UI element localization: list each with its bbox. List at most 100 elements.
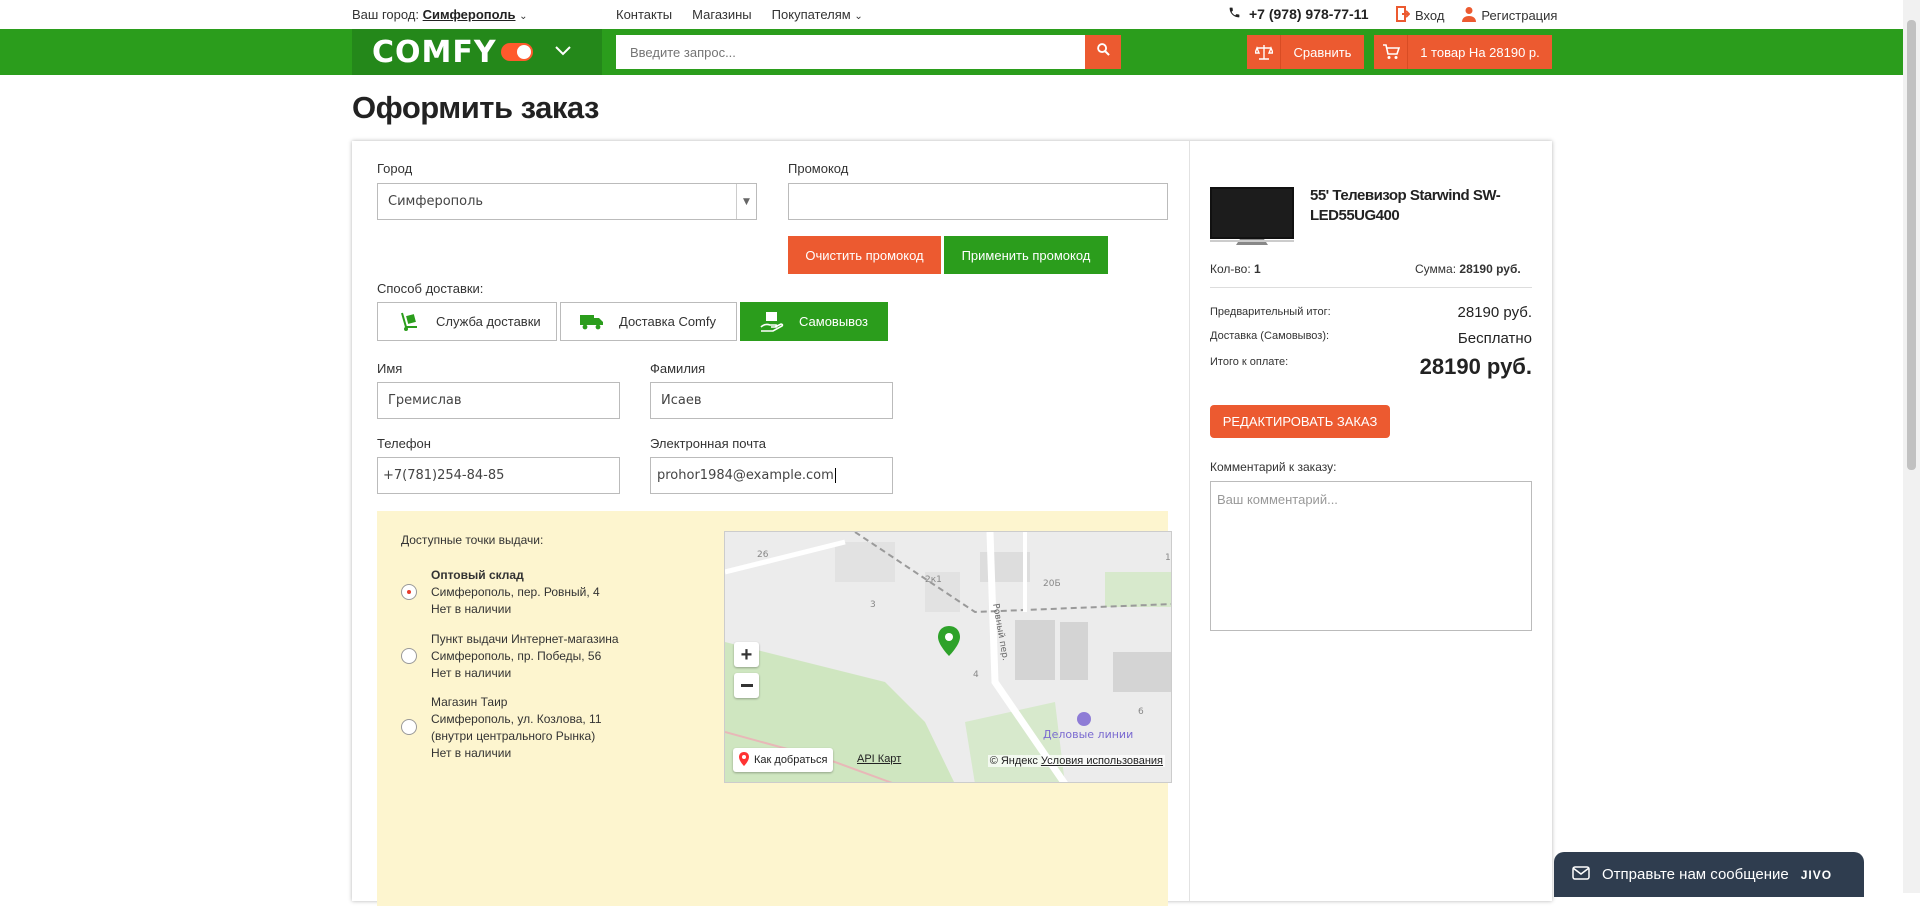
city-field-label: Город — [377, 161, 413, 176]
top-nav: Контакты Магазины Покупателям ⌄ — [616, 7, 863, 22]
chevron-down-icon: ⌄ — [519, 11, 528, 22]
first-name-label: Имя — [377, 361, 403, 376]
comment-textarea[interactable]: Ваш комментарий... — [1210, 481, 1532, 631]
pickup-map[interactable]: 26 2к1 20Б 3 4 6 1 Ровный пер. Деловые л… — [724, 531, 1172, 783]
cart-dolly-icon — [394, 310, 424, 334]
map-terms-link[interactable]: Условия использования — [1041, 755, 1163, 767]
top-bar: Ваш город: Симферополь ⌄ Контакты Магази… — [0, 0, 1920, 28]
pickup-title: Доступные точки выдачи: — [401, 533, 544, 547]
delivery-method-label: Способ доставки: — [377, 281, 484, 296]
product-name[interactable]: 55' Телевизор Starwind SW-LED55UG400 — [1310, 186, 1510, 226]
search-button[interactable] — [1085, 35, 1121, 69]
login-label: Вход — [1415, 8, 1445, 23]
nav-customers[interactable]: Покупателям ⌄ — [772, 7, 863, 22]
map-house-number: 20Б — [1043, 579, 1061, 589]
pickup-point-name: Оптовый склад — [431, 568, 524, 582]
pickup-radio[interactable] — [401, 648, 417, 664]
map-copyright: © Яндекс Условия использования — [987, 755, 1165, 767]
city-selector[interactable]: Ваш город: Симферополь ⌄ — [352, 7, 528, 22]
email-field[interactable]: prohor1984@example.com — [650, 457, 893, 494]
email-field-label: Электронная почта — [650, 436, 767, 451]
total-value: 28190 руб. — [1419, 354, 1532, 379]
tab-self-pickup-label: Самовывоз — [799, 314, 868, 329]
cart-button[interactable]: 1 товар На 28190 р. — [1374, 35, 1552, 69]
truck-icon — [577, 310, 607, 334]
main-header: COMFY Сравнить 1 товар На 28190 р. — [0, 29, 1920, 75]
sum-value: 28190 руб. — [1459, 262, 1521, 276]
nav-contacts[interactable]: Контакты — [616, 7, 672, 22]
city-select-value: Симферополь — [388, 194, 484, 209]
phone-field[interactable]: +7(781)254-84-85 — [377, 457, 620, 494]
pickup-point[interactable]: Пункт выдачи Интернет-магазина Симферопо… — [401, 631, 641, 682]
delivery-cost-value: Бесплатно — [1457, 330, 1532, 347]
tab-self-pickup[interactable]: Самовывоз — [740, 302, 888, 341]
map-copyright-text: © Яндекс — [989, 755, 1038, 767]
pickup-point-status: Нет в наличии — [431, 602, 512, 616]
search-box — [616, 35, 1121, 69]
nav-stores[interactable]: Магазины — [692, 7, 752, 22]
caret-down-icon: ▼ — [736, 184, 756, 219]
sum-row: Сумма: 28190 руб. — [1415, 262, 1521, 276]
pickup-point-status: Нет в наличии — [431, 746, 512, 760]
route-button[interactable]: Как добраться — [733, 748, 834, 772]
pickup-point-address: Симферополь, пер. Ровный, 4 — [431, 585, 600, 599]
logo-toggle-icon — [500, 43, 533, 61]
qty-value: 1 — [1254, 262, 1261, 276]
last-name-label: Фамилия — [650, 361, 706, 376]
pickup-radio-selected[interactable] — [401, 584, 417, 600]
compare-button[interactable]: Сравнить — [1247, 35, 1364, 69]
register-label: Регистрация — [1481, 8, 1558, 23]
total-label: Итого к оплате: — [1210, 356, 1289, 368]
qty-label: Кол-во: — [1210, 262, 1251, 276]
tab-delivery-service[interactable]: Служба доставки — [377, 302, 557, 341]
city-prefix: Ваш город: — [352, 7, 419, 22]
last-name-value: Исаев — [661, 393, 702, 408]
tab-comfy-delivery-label: Доставка Comfy — [619, 314, 716, 329]
text-cursor — [834, 468, 836, 483]
logo-text: COMFY — [372, 34, 497, 70]
city-link[interactable]: Симферополь — [423, 7, 516, 22]
logo[interactable]: COMFY — [352, 29, 602, 75]
zoom-in-button[interactable]: + — [734, 642, 759, 667]
compare-label: Сравнить — [1293, 44, 1352, 60]
pickup-point[interactable]: Оптовый склад Симферополь, пер. Ровный, … — [401, 567, 600, 618]
chevron-down-icon[interactable] — [554, 43, 571, 61]
login-link[interactable]: Вход — [1396, 6, 1444, 25]
nav-customers-label: Покупателям — [771, 7, 851, 22]
pickup-point-status: Нет в наличии — [431, 666, 512, 680]
zoom-out-button[interactable] — [734, 673, 759, 698]
pickup-point[interactable]: Магазин Таир Симферополь, ул. Козлова, 1… — [401, 694, 641, 762]
api-maps-link[interactable]: API Карт — [857, 753, 901, 765]
phone-label: +7 (978) 978-77-11 — [1249, 6, 1369, 22]
register-link[interactable]: Регистрация — [1462, 6, 1557, 25]
auth-links: Вход Регистрация — [1396, 6, 1557, 25]
last-name-field[interactable]: Исаев — [650, 382, 893, 419]
map-house-number: 3 — [870, 600, 876, 610]
pickup-point-name: Пункт выдачи Интернет-магазина — [431, 632, 619, 646]
first-name-field[interactable]: Гремислав — [377, 382, 620, 419]
page-scrollbar[interactable] — [1903, 0, 1920, 893]
route-label: Как добраться — [754, 754, 828, 766]
phone-number[interactable]: +7 (978) 978-77-11 — [1228, 6, 1368, 22]
plus-icon: + — [740, 643, 753, 666]
pickup-radio[interactable] — [401, 719, 417, 735]
qty-row: Кол-во: 1 — [1210, 262, 1261, 276]
phone-value: +7(781)254-84-85 — [383, 468, 505, 483]
chat-widget[interactable]: Отправьте нам сообщение JIVO — [1554, 852, 1864, 897]
clear-promo-button[interactable]: Очистить промокод — [788, 236, 941, 274]
product-image[interactable] — [1210, 187, 1294, 245]
promo-input[interactable] — [788, 183, 1168, 220]
scrollbar-thumb[interactable] — [1907, 20, 1916, 470]
map-house-number: 26 — [757, 550, 769, 560]
city-select[interactable]: Симферополь ▼ — [377, 183, 757, 220]
apply-promo-button[interactable]: Применить промокод — [944, 236, 1108, 274]
tab-comfy-delivery[interactable]: Доставка Comfy — [560, 302, 737, 341]
edit-order-button[interactable]: РЕДАКТИРОВАТЬ ЗАКАЗ — [1210, 405, 1390, 438]
summary-divider — [1210, 287, 1532, 288]
sum-label: Сумма: — [1415, 262, 1457, 276]
search-input[interactable] — [616, 35, 1086, 69]
chat-label: Отправьте нам сообщение — [1602, 866, 1789, 883]
map-place-label: Деловые линии — [1043, 728, 1133, 741]
first-name-value: Гремислав — [388, 393, 462, 408]
phone-icon — [1228, 6, 1241, 22]
